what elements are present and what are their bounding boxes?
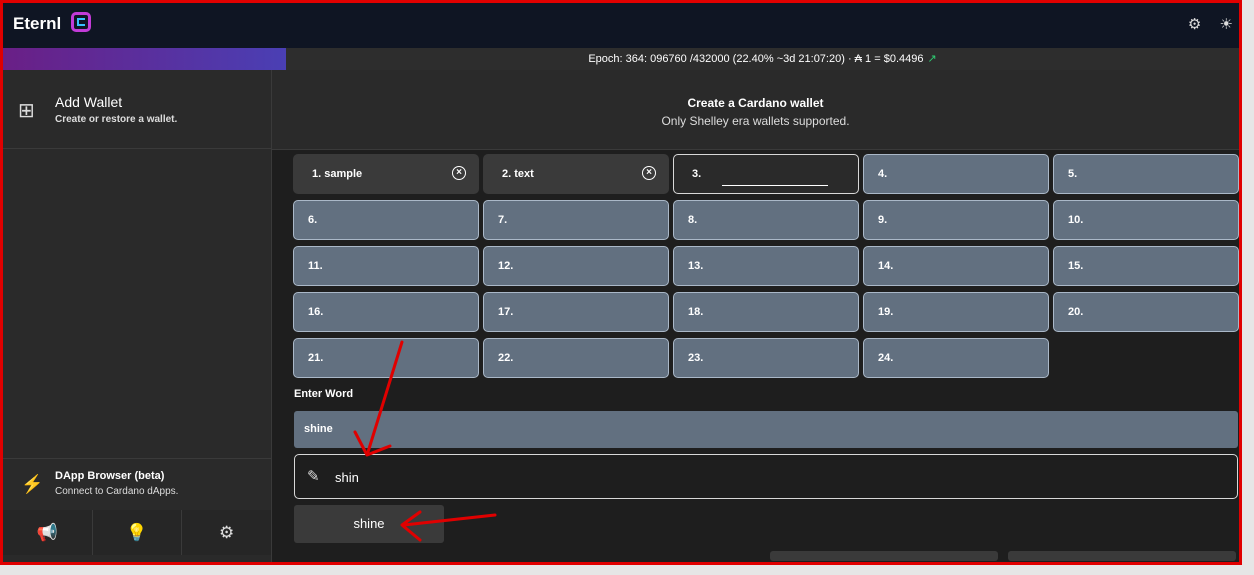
word-slot-label: 20. [1068, 306, 1084, 318]
word-slot[interactable]: 15. [1053, 246, 1239, 286]
main-panel: Create a Cardano wallet Only Shelley era… [272, 70, 1239, 562]
word-slot-label: 5. [1068, 168, 1078, 180]
megaphone-icon[interactable]: 📢 [3, 510, 93, 555]
back-button[interactable] [770, 551, 998, 561]
word-slot-label: 15. [1068, 260, 1084, 272]
word-slot[interactable]: 8. [673, 200, 859, 240]
word-slot-label: 17. [498, 306, 514, 318]
word-slot-label: 8. [688, 214, 698, 226]
word-slot-label: 2. text [502, 168, 534, 180]
suggestion-button[interactable]: shine [294, 505, 444, 543]
word-slot[interactable]: 10. [1053, 200, 1239, 240]
word-slot-label: 19. [878, 306, 894, 318]
word-slot[interactable]: 23. [673, 338, 859, 378]
word-slot-label: 24. [878, 352, 894, 364]
page-title: Create a Cardano wallet [687, 96, 824, 110]
dapp-browser-button[interactable]: ⚡ DApp Browser (beta) Connect to Cardano… [3, 458, 271, 510]
dapp-browser-subtitle: Connect to Cardano dApps. [55, 486, 179, 497]
network-icon[interactable]: ⚙ [1188, 16, 1201, 33]
add-wallet-subtitle: Create or restore a wallet. [55, 114, 178, 125]
active-slot-underline [722, 185, 828, 186]
word-slot[interactable]: 12. [483, 246, 669, 286]
sidebar-icon-bar: 📢 💡 ⚙ [3, 510, 272, 555]
dapp-browser-title: DApp Browser (beta) [55, 470, 165, 482]
word-slot-active[interactable]: 3. [673, 154, 859, 194]
word-input-field[interactable]: ✎ [294, 454, 1238, 499]
word-slot[interactable]: 7. [483, 200, 669, 240]
selected-word-display: shine [294, 411, 1238, 448]
app-window: Eternl ⚙ ☀ Epoch: 364: 096760 /432000 (2… [0, 0, 1242, 565]
theme-sun-icon[interactable]: ☀ [1220, 16, 1233, 33]
epoch-progress-bar [3, 48, 286, 70]
word-input[interactable] [333, 463, 1217, 491]
epoch-text: Epoch: 364: 096760 /432000 (22.40% ~3d 2… [588, 53, 924, 65]
pencil-icon: ✎ [307, 468, 320, 485]
sidebar: ⊞ Add Wallet Create or restore a wallet.… [3, 70, 272, 562]
word-slot-label: 9. [878, 214, 888, 226]
clear-word-icon[interactable]: × [642, 166, 656, 180]
word-slot[interactable]: 22. [483, 338, 669, 378]
word-slot-label: 12. [498, 260, 514, 272]
app-name: Eternl [13, 14, 62, 33]
create-wallet-header: Create a Cardano wallet Only Shelley era… [272, 70, 1239, 150]
mnemonic-word-grid: 1. sample × 2. text × 3. 4. 5. 6. 7. 8. 9.… [293, 154, 1239, 378]
word-slot-label: 10. [1068, 214, 1084, 226]
word-slot-label: 1. sample [312, 168, 363, 180]
add-wallet-title: Add Wallet [55, 94, 123, 110]
continue-button[interactable] [1008, 551, 1236, 561]
gear-icon[interactable]: ⚙ [182, 510, 272, 555]
word-slot[interactable]: 11. [293, 246, 479, 286]
word-slot[interactable]: 20. [1053, 292, 1239, 332]
word-slot-label: 14. [878, 260, 894, 272]
word-slot[interactable]: 18. [673, 292, 859, 332]
word-slot[interactable]: 5. [1053, 154, 1239, 194]
word-slot-label: 7. [498, 214, 508, 226]
eternl-logo-icon [71, 12, 91, 32]
word-slot[interactable]: 21. [293, 338, 479, 378]
word-slot-label: 22. [498, 352, 514, 364]
word-slot[interactable]: 14. [863, 246, 1049, 286]
trend-up-icon: ↗ [927, 53, 937, 65]
top-icons: ⚙ ☀ [1174, 15, 1233, 33]
word-slot[interactable]: 9. [863, 200, 1049, 240]
add-wallet-button[interactable]: ⊞ Add Wallet Create or restore a wallet. [3, 70, 271, 149]
word-slot-label: 3. [692, 168, 702, 180]
word-slot[interactable]: 6. [293, 200, 479, 240]
word-slot-label: 13. [688, 260, 704, 272]
word-slot[interactable]: 16. [293, 292, 479, 332]
word-slot[interactable]: 1. sample × [293, 154, 479, 194]
epoch-status-bar: Epoch: 364: 096760 /432000 (22.40% ~3d 2… [286, 48, 1239, 70]
lightbulb-icon[interactable]: 💡 [92, 510, 183, 555]
word-slot-label: 18. [688, 306, 704, 318]
word-slot-label: 4. [878, 168, 888, 180]
add-wallet-icon: ⊞ [18, 100, 35, 122]
word-slot[interactable]: 19. [863, 292, 1049, 332]
word-slot[interactable]: 2. text × [483, 154, 669, 194]
word-slot-label: 6. [308, 214, 318, 226]
clear-word-icon[interactable]: × [452, 166, 466, 180]
word-slot-label: 11. [308, 260, 323, 272]
word-slot[interactable]: 24. [863, 338, 1049, 378]
word-slot-label: 16. [308, 306, 324, 318]
word-slot[interactable]: 4. [863, 154, 1049, 194]
word-slot-label: 21. [308, 352, 324, 364]
word-slot-label: 23. [688, 352, 704, 364]
plug-icon: ⚡ [21, 474, 44, 494]
top-bar: Eternl ⚙ ☀ [3, 3, 1239, 48]
enter-word-label: Enter Word [294, 388, 354, 400]
word-slot[interactable]: 13. [673, 246, 859, 286]
word-slot[interactable]: 17. [483, 292, 669, 332]
page-subtitle: Only Shelley era wallets supported. [661, 114, 850, 128]
